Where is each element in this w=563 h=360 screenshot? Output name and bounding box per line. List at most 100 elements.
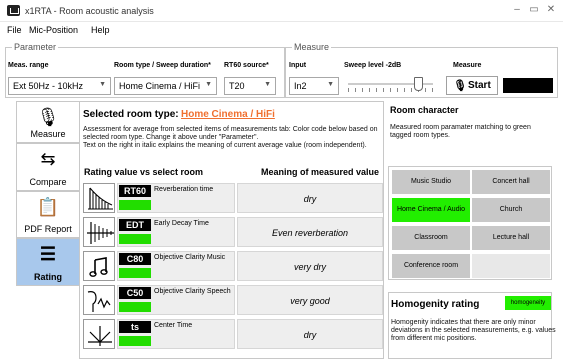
room-type-value: Home Cinema / HiFi bbox=[119, 81, 201, 91]
sweep-level-label: Sweep level -2dB bbox=[344, 62, 402, 69]
menu-mic-position[interactable]: Mic-Position bbox=[29, 25, 78, 35]
param-name: Objective Clarity Music bbox=[154, 254, 226, 261]
meas-range-label: Meas. range bbox=[8, 62, 49, 69]
rating-table-header: Rating value vs select room Meaning of m… bbox=[83, 167, 383, 180]
homogenity-desc-3: from different mic positions. bbox=[391, 335, 477, 342]
reverberation-icon bbox=[83, 183, 115, 213]
report-icon: 📋 bbox=[36, 197, 60, 217]
col-rating-header: Rating value vs select room bbox=[84, 167, 204, 177]
tab-pdf-report[interactable]: 📋 PDF Report bbox=[16, 191, 79, 238]
col-meaning-header: Meaning of measured value bbox=[261, 167, 380, 177]
homogenity-desc-1: Homogenity indicates that there are only… bbox=[391, 319, 536, 326]
selected-room-label: Selected room type: bbox=[83, 109, 179, 120]
room-classroom: Classroom bbox=[392, 226, 470, 250]
center-time-icon bbox=[83, 319, 115, 349]
room-conference-room: Conference room bbox=[392, 254, 470, 278]
rt60-source-select[interactable]: T20 ▼ bbox=[224, 77, 276, 95]
app-icon bbox=[7, 5, 20, 16]
room-church: Church bbox=[472, 198, 550, 222]
rating-icon: ☰ bbox=[39, 244, 57, 264]
input-select[interactable]: In2 ▼ bbox=[289, 77, 339, 95]
homogenity-badge: homogeneity bbox=[505, 296, 551, 310]
chevron-down-icon: ▼ bbox=[264, 81, 271, 88]
rating-bar bbox=[119, 268, 151, 278]
rating-bar bbox=[119, 302, 151, 312]
parameter-group-label: Parameter bbox=[12, 42, 59, 52]
start-button[interactable]: 🎙 Start bbox=[446, 76, 498, 95]
meaning-cell: very good bbox=[237, 285, 383, 315]
menu-file[interactable]: File bbox=[7, 25, 22, 35]
meas-range-value: Ext 50Hz - 10kHz bbox=[13, 81, 84, 91]
rating-description-1: Assessment for average from selected ite… bbox=[83, 126, 378, 133]
menu-help[interactable]: Help bbox=[91, 25, 110, 35]
input-label: Input bbox=[289, 62, 307, 69]
param-code: C80 bbox=[119, 253, 151, 265]
microphone-icon: 🎙 bbox=[36, 107, 60, 127]
meas-range-select[interactable]: Ext 50Hz - 10kHz ▼ bbox=[8, 77, 111, 95]
meaning-cell: dry bbox=[237, 183, 383, 213]
title-bar: x1RTA - Room acoustic analysis – ▭ ✕ bbox=[0, 0, 563, 22]
close-icon[interactable]: ✕ bbox=[545, 4, 557, 15]
table-row: RT60 Reverberation time dry bbox=[83, 183, 383, 213]
rating-bar bbox=[119, 336, 151, 346]
rating-description-2: selected room type. Change it above unde… bbox=[83, 134, 259, 141]
minimize-icon[interactable]: – bbox=[511, 4, 523, 15]
param-code: ts bbox=[119, 321, 151, 333]
room-home-cinema: Home Cinema / Audio bbox=[392, 198, 470, 222]
measure-group-label: Measure bbox=[292, 42, 332, 52]
rating-description-3: Text on the right in italic explains the… bbox=[83, 142, 367, 149]
rating-bar bbox=[119, 234, 151, 244]
table-row: C80 Objective Clarity Music very dry bbox=[83, 251, 383, 281]
chevron-down-icon: ▼ bbox=[205, 81, 212, 88]
table-row: ts Center Time dry bbox=[83, 319, 383, 349]
music-note-icon bbox=[83, 251, 115, 281]
room-music-studio: Music Studio bbox=[392, 170, 470, 194]
room-character-title: Room character bbox=[390, 105, 459, 115]
tab-label: PDF Report bbox=[24, 224, 72, 234]
room-empty bbox=[472, 254, 550, 278]
table-row: EDT Early Decay Time Even reverberation bbox=[83, 217, 383, 247]
rt60-source-value: T20 bbox=[229, 81, 245, 91]
tab-compare[interactable]: ⇆ Compare bbox=[16, 143, 79, 191]
param-name: Early Decay Time bbox=[154, 220, 209, 227]
tab-label: Compare bbox=[29, 177, 67, 187]
start-button-label: Start bbox=[468, 80, 491, 91]
decay-icon bbox=[83, 217, 115, 247]
selected-room-value[interactable]: Home Cinema / HiFi bbox=[181, 109, 275, 120]
speech-icon bbox=[83, 285, 115, 315]
room-concert-hall: Concert hall bbox=[472, 170, 550, 194]
level-meter bbox=[503, 78, 553, 93]
rt60-source-label: RT60 source* bbox=[224, 62, 269, 69]
room-type-select[interactable]: Home Cinema / HiFi ▼ bbox=[114, 77, 217, 95]
menu-bar: File Mic-Position Help bbox=[0, 22, 563, 38]
meaning-cell: Even reverberation bbox=[237, 217, 383, 247]
input-value: In2 bbox=[294, 81, 307, 91]
tab-measure[interactable]: 🎙 Measure bbox=[16, 101, 79, 143]
param-name: Objective Clarity Speech bbox=[154, 288, 231, 295]
window-title: x1RTA - Room acoustic analysis bbox=[25, 6, 154, 16]
tab-label: Rating bbox=[34, 272, 62, 282]
tab-rating[interactable]: ☰ Rating bbox=[16, 238, 79, 286]
room-character-desc-1: Measured room paramater matching to gree… bbox=[390, 124, 531, 131]
room-character-desc-2: tagged room types. bbox=[390, 132, 450, 139]
rating-bar bbox=[119, 200, 151, 210]
param-code: C50 bbox=[119, 287, 151, 299]
tab-label: Measure bbox=[30, 129, 66, 139]
maximize-icon[interactable]: ▭ bbox=[528, 4, 540, 15]
measure-label: Measure bbox=[453, 62, 482, 69]
homogenity-desc-2: deviations in the selected measurements,… bbox=[391, 327, 556, 334]
compare-icon: ⇆ bbox=[40, 149, 56, 169]
meaning-cell: dry bbox=[237, 319, 383, 349]
meaning-cell: very dry bbox=[237, 251, 383, 281]
param-code: EDT bbox=[119, 219, 151, 231]
microphone-icon: 🎙 bbox=[453, 80, 467, 92]
table-row: C50 Objective Clarity Speech very good bbox=[83, 285, 383, 315]
room-type-label: Room type / Sweep duration* bbox=[114, 62, 211, 69]
chevron-down-icon: ▼ bbox=[327, 81, 334, 88]
room-type-grid: Music Studio Concert hall Home Cinema / … bbox=[388, 166, 552, 280]
param-code: RT60 bbox=[119, 185, 151, 197]
sweep-level-slider-thumb[interactable] bbox=[414, 77, 423, 91]
chevron-down-icon: ▼ bbox=[99, 81, 106, 88]
room-lecture-hall: Lecture hall bbox=[472, 226, 550, 250]
param-name: Reverberation time bbox=[154, 186, 214, 193]
